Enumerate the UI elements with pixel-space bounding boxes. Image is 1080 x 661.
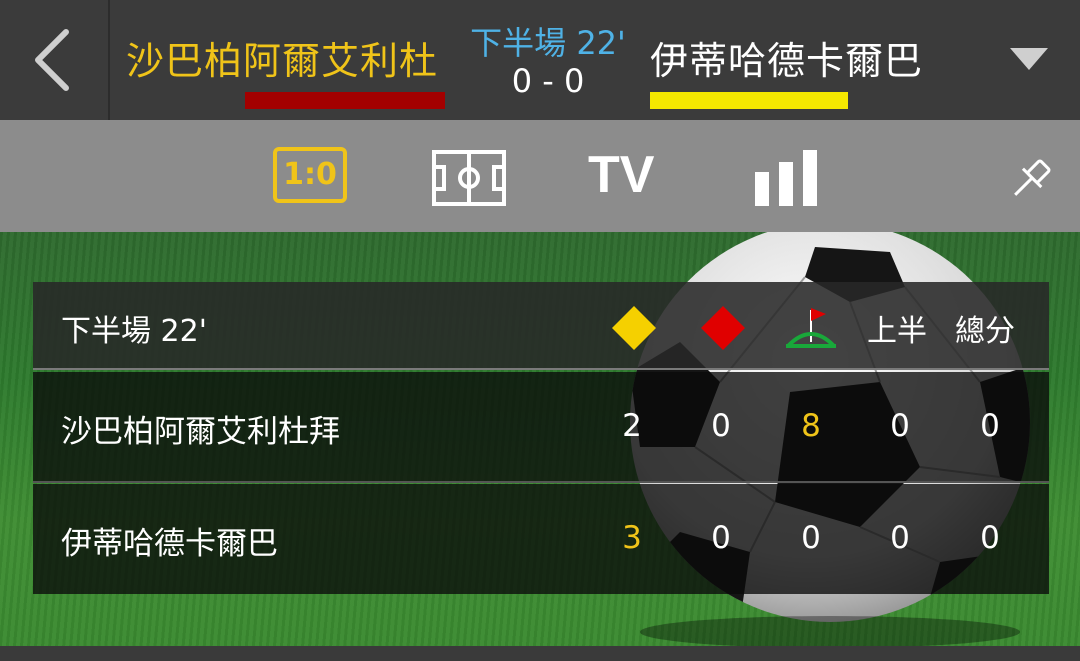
home-team-name: 沙巴柏阿爾艾利杜 xyxy=(126,39,439,83)
pin-icon xyxy=(1014,159,1051,196)
first-half-header: 上半 xyxy=(867,314,927,349)
tab-stats[interactable] xyxy=(755,150,819,210)
chevron-left-icon xyxy=(35,29,69,91)
tab-field[interactable] xyxy=(432,150,506,210)
table-row: 沙巴柏阿爾艾利杜拜 2 0 8 0 0 xyxy=(33,372,1049,483)
chevron-down-icon xyxy=(1010,48,1048,70)
tab-bar: 1:0 TV xyxy=(0,120,1080,232)
first-half-value: 0 xyxy=(890,520,910,556)
bottom-strip xyxy=(0,646,1080,661)
table-row: 伊蒂哈德卡爾巴 3 0 0 0 0 xyxy=(33,484,1049,594)
stats-header: 下半場 22' 上半 總分 xyxy=(33,282,1049,370)
stats-panel: 下半場 22' 上半 總分 沙巴柏阿爾艾利杜拜 2 0 8 0 0 伊蒂哈德卡爾… xyxy=(33,282,1049,594)
corner-flag-icon xyxy=(786,308,836,348)
corners-value: 8 xyxy=(801,408,821,444)
stats-period: 下半場 22' xyxy=(61,314,207,349)
red-card-icon xyxy=(701,306,745,350)
field-icon xyxy=(432,150,506,206)
dropdown-button[interactable] xyxy=(1010,48,1048,70)
total-header: 總分 xyxy=(955,314,1015,349)
away-team-name: 伊蒂哈德卡爾巴 xyxy=(650,39,924,83)
away-team-color-bar xyxy=(650,92,848,109)
corners-value: 0 xyxy=(801,520,821,556)
home-team-color-bar xyxy=(245,92,445,109)
yellow-card-icon xyxy=(612,306,656,350)
red-cards-value: 0 xyxy=(711,408,731,444)
red-cards-value: 0 xyxy=(711,520,731,556)
tab-scoreboard[interactable]: 1:0 xyxy=(273,147,347,203)
back-button[interactable] xyxy=(0,0,110,120)
first-half-value: 0 xyxy=(890,408,910,444)
yellow-cards-value: 3 xyxy=(622,520,642,556)
total-value: 0 xyxy=(980,520,1000,556)
total-value: 0 xyxy=(980,408,1000,444)
stats-icon xyxy=(755,150,817,206)
tab-tv[interactable]: TV xyxy=(588,142,654,204)
team-name: 沙巴柏阿爾艾利杜拜 xyxy=(61,414,340,450)
match-header: 沙巴柏阿爾艾利杜 下半場 22' 0 - 0 伊蒂哈德卡爾巴 xyxy=(0,0,1080,120)
team-name: 伊蒂哈德卡爾巴 xyxy=(61,526,278,562)
match-period: 下半場 22' xyxy=(470,24,626,62)
yellow-cards-value: 2 xyxy=(622,408,642,444)
pin-button[interactable] xyxy=(1005,155,1055,209)
match-score: 0 - 0 xyxy=(511,62,585,100)
